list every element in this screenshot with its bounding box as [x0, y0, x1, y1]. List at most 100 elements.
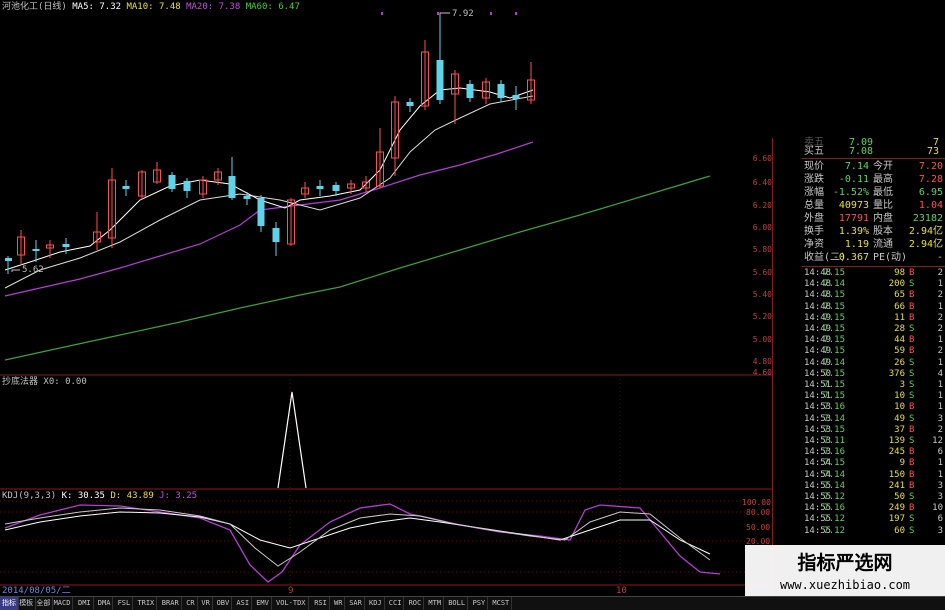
tick-count: 1: [937, 458, 943, 469]
toolbar-tab-roc[interactable]: ROC: [407, 597, 425, 610]
toolbar-tab-dmi[interactable]: DMI: [76, 597, 94, 610]
toolbar-tab-psy[interactable]: PSY: [471, 597, 489, 610]
quote-value: 2.94亿: [908, 226, 943, 237]
quote-value: 17791: [838, 213, 869, 224]
tick-row[interactable]: 14:54 7.14 150 B 1: [773, 470, 945, 481]
price-axis-label: 6.00: [752, 223, 772, 232]
toolbar-tab-rsi[interactable]: RSI: [312, 597, 330, 610]
quote-label: 内盘: [873, 213, 893, 224]
tick-row[interactable]: 14:49 7.15 59 B 2: [773, 346, 945, 357]
tick-row[interactable]: 14:51 7.15 3 S 1: [773, 380, 945, 391]
tick-volume: 10: [894, 391, 905, 402]
toolbar-tab-fsl[interactable]: FSL: [116, 597, 134, 610]
tick-side: S: [909, 380, 915, 390]
toolbar-tab-vol-tdx[interactable]: VOL-TDX: [274, 597, 309, 610]
tick-side: B: [909, 346, 915, 357]
tick-side: B: [909, 335, 915, 346]
tick-price: 7.15: [823, 458, 845, 469]
toolbar-tab-macd[interactable]: MACD: [52, 597, 74, 610]
toolbar-tab-trix[interactable]: TRIX: [135, 597, 158, 610]
tick-row[interactable]: 14:55 7.12 197 S 6: [773, 514, 945, 525]
tick-row[interactable]: 14:49 7.15 28 S 2: [773, 324, 945, 335]
tick-volume: 49: [894, 413, 905, 424]
kdj-axis-50: 50.00: [746, 523, 771, 532]
toolbar-tab-全部[interactable]: 全部: [34, 597, 54, 610]
tick-price: 7.14: [823, 469, 845, 480]
tick-volume: 37: [894, 424, 905, 435]
tick-row[interactable]: 14:48 7.15 66 B 1: [773, 302, 945, 313]
tick-price: 7.15: [823, 368, 845, 379]
toolbar-tab-mtm[interactable]: MTM: [426, 597, 445, 610]
toolbar-tab-boll[interactable]: BOLL: [446, 597, 469, 610]
tick-side: S: [909, 368, 915, 379]
kdj-d: D: 43.89: [110, 491, 154, 501]
quote-value: 7.28: [918, 174, 943, 185]
tick-row[interactable]: 14:48 7.15 98 B 2: [773, 268, 945, 279]
toolbar-tab-模板[interactable]: 模板: [17, 597, 37, 610]
toolbar-tab-emv[interactable]: EMV: [254, 597, 272, 610]
tick-row[interactable]: 14:48 7.14 200 S 1: [773, 279, 945, 290]
tick-row[interactable]: 14:53 7.14 49 S 3: [773, 414, 945, 425]
quote-value: 1.39%: [838, 226, 869, 237]
tick-side: B: [909, 469, 915, 480]
price-axis-label: 5.00: [752, 335, 772, 344]
toolbar-tab-dma[interactable]: DMA: [96, 597, 114, 610]
toolbar-tab-指标[interactable]: 指标: [0, 597, 19, 610]
tick-volume: 66: [894, 301, 905, 312]
tick-price: 7.15: [823, 290, 845, 301]
toolbar-tab-cci[interactable]: CCI: [387, 597, 405, 610]
tick-row[interactable]: 14:50 7.15 376 S 4: [773, 369, 945, 380]
tick-side: B: [909, 447, 915, 458]
toolbar-tab-obv[interactable]: OBV: [215, 597, 233, 610]
candlesticks: [5, 16, 535, 274]
tick-volume: 139: [888, 436, 905, 446]
ma60-line: [4, 175, 711, 361]
toolbar-tab-cr[interactable]: CR: [184, 597, 198, 610]
quote-value: 23182: [912, 213, 943, 224]
ma5-line: [4, 87, 534, 271]
toolbar-tab-sar[interactable]: SAR: [347, 597, 365, 610]
tick-row[interactable]: 14:48 7.15 65 B 2: [773, 290, 945, 301]
tick-row[interactable]: 14:53 7.11 139 S 12: [773, 436, 945, 447]
tick-row[interactable]: 14:53 7.16 245 B 6: [773, 447, 945, 458]
chart-area[interactable]: [0, 0, 773, 596]
quote-value: -1.52%: [832, 187, 869, 198]
toolbar-tab-brar[interactable]: BRAR: [160, 597, 182, 610]
quote-value: 1.04: [918, 200, 943, 211]
tick-row[interactable]: 14:55 7.12 60 S 3: [773, 526, 945, 537]
ma20-legend: MA20: 7.38: [186, 2, 241, 12]
quote-row: 涨跌 -0.11 最高 7.28: [773, 173, 945, 186]
toolbar-tab-asi[interactable]: ASI: [234, 597, 253, 610]
toolbar-tab-mcst[interactable]: MCST: [490, 597, 513, 610]
watermark-title: 指标严选网: [797, 552, 892, 574]
tick-row[interactable]: 14:49 7.15 11 B 2: [773, 313, 945, 324]
tick-count: 1: [937, 391, 943, 402]
tick-row[interactable]: 14:55 7.12 50 S 3: [773, 492, 945, 503]
toolbar-tab-kdj[interactable]: KDJ: [367, 597, 385, 610]
toolbar-tab-wr[interactable]: WR: [332, 597, 346, 610]
tick-price: 7.15: [823, 268, 845, 278]
kdj-j: J: 3.25: [159, 491, 198, 501]
tick-volume: 59: [894, 346, 905, 357]
tick-row[interactable]: 14:51 7.15 10 S 1: [773, 391, 945, 402]
tick-row[interactable]: 14:54 7.15 9 B 1: [773, 458, 945, 469]
tick-row[interactable]: 14:53 7.15 37 B 2: [773, 425, 945, 436]
tick-count: 2: [937, 346, 943, 357]
tick-volume: 249: [888, 503, 905, 514]
tick-side: S: [909, 436, 915, 446]
tick-side: B: [909, 480, 915, 491]
tick-side: S: [909, 413, 915, 424]
tick-row[interactable]: 14:55 7.16 249 B 10: [773, 503, 945, 514]
tick-row[interactable]: 14:49 7.14 26 S 1: [773, 358, 945, 369]
tick-count: 1: [937, 469, 943, 480]
tick-side: B: [909, 268, 915, 278]
price-axis-label: 4.60: [752, 368, 772, 377]
tick-volume: 98: [894, 268, 905, 278]
tick-volume: 50: [894, 492, 905, 502]
tick-row[interactable]: 14:53 7.16 10 B 1: [773, 402, 945, 413]
tick-row[interactable]: 14:55 7.14 241 B 3: [773, 481, 945, 492]
tick-price: 7.15: [823, 380, 845, 390]
ma60-legend: MA60: 6.47: [245, 2, 300, 12]
tick-row[interactable]: 14:49 7.15 44 B 1: [773, 335, 945, 346]
toolbar-tab-vr[interactable]: VR: [199, 597, 213, 610]
